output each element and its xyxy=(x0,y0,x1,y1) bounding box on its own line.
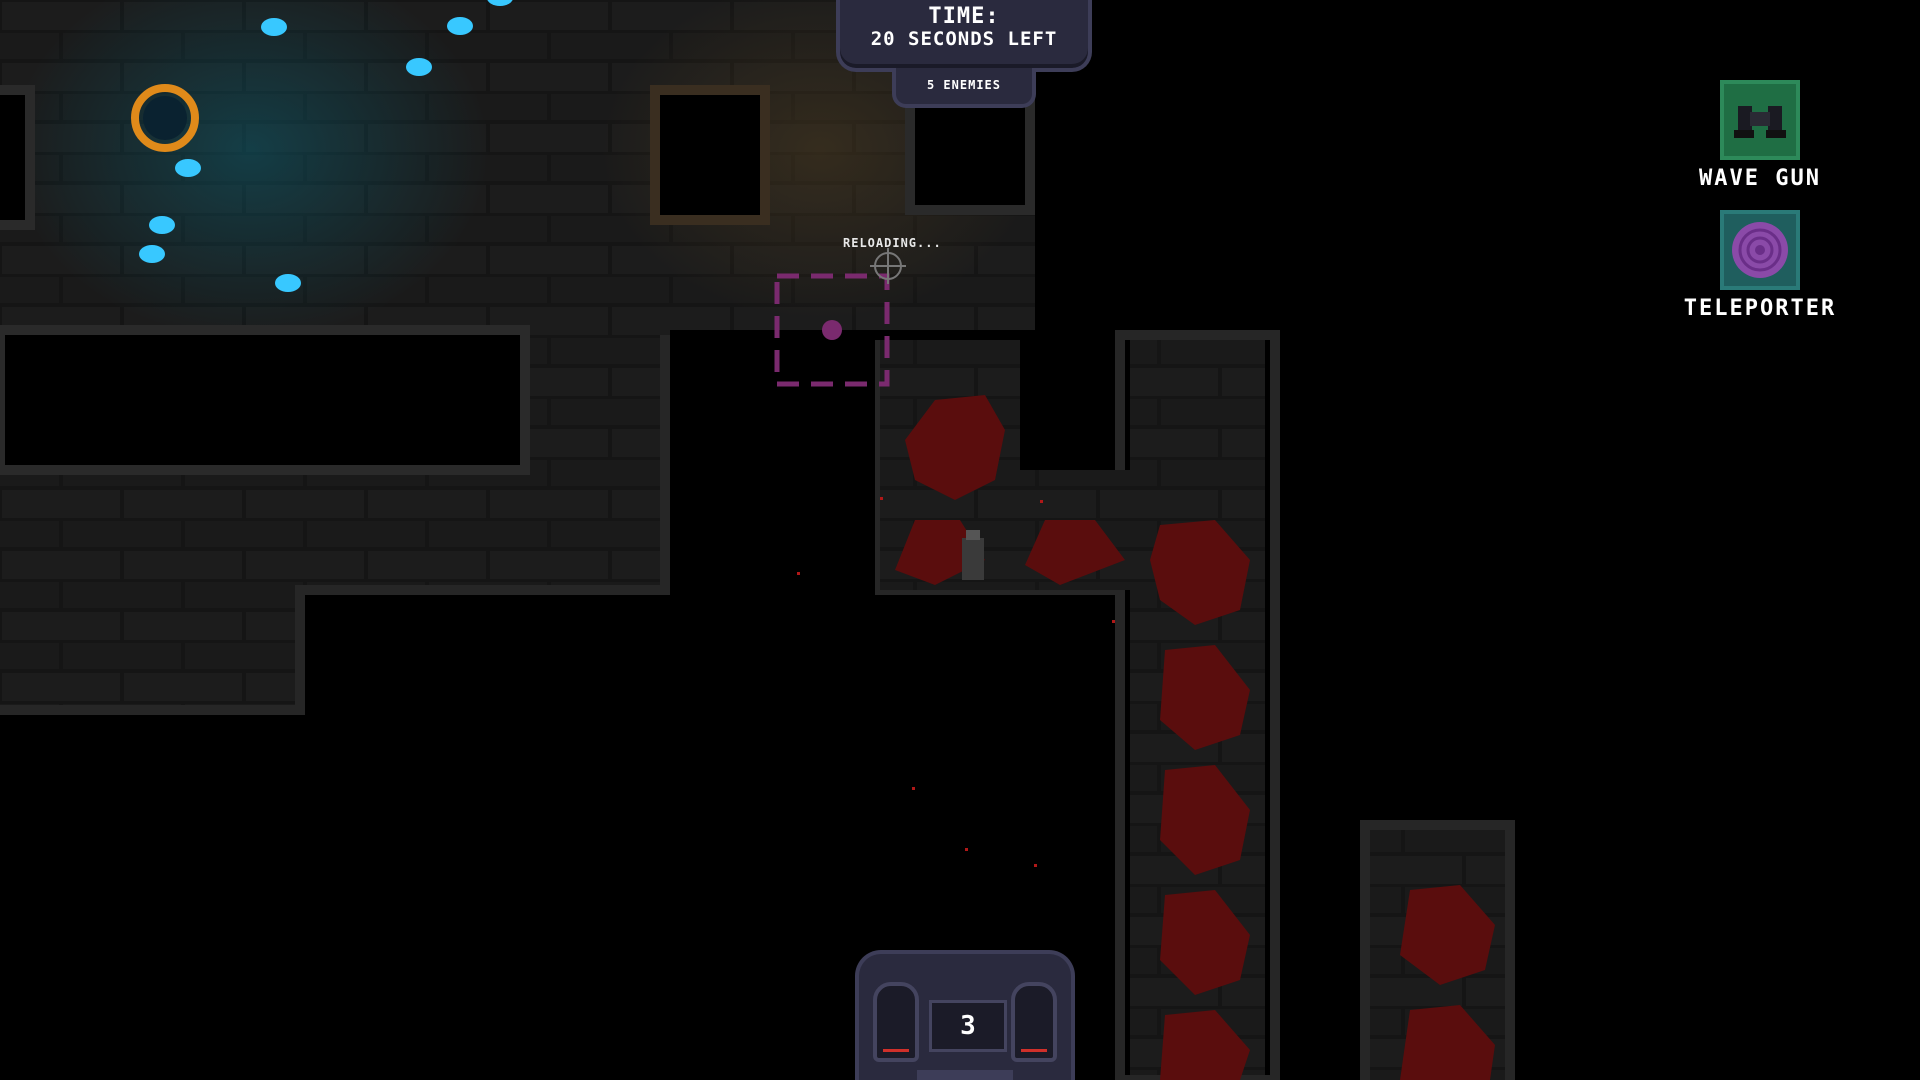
ability-wave-gun[interactable]: WAVE GUN xyxy=(1680,80,1840,191)
game-viewport[interactable]: TIME: 20 SECONDS LEFT 5 ENEMIES RELOADIN… xyxy=(0,0,1920,1080)
ammo-slot xyxy=(1011,982,1057,1062)
ammo-slot xyxy=(873,982,919,1062)
wall-block xyxy=(0,85,35,230)
purple-portal-icon xyxy=(1720,210,1800,290)
timer-text: 20 SECONDS LEFT xyxy=(870,28,1058,50)
timer-title: TIME: xyxy=(928,4,1000,29)
ability-teleporter[interactable]: TELEPORTER xyxy=(1652,210,1868,321)
ability-label: WAVE GUN xyxy=(1699,166,1821,191)
reloading-label: RELOADING... xyxy=(843,236,942,250)
room-floor xyxy=(0,590,300,710)
binoculars-gun-icon xyxy=(1720,80,1800,160)
wall-block xyxy=(0,325,530,475)
portal-ring xyxy=(131,84,199,152)
enemies-counter: 5 ENEMIES xyxy=(892,68,1036,108)
wall-block xyxy=(650,85,770,225)
timer-panel: TIME: 20 SECONDS LEFT xyxy=(836,0,1092,72)
dungeon-map xyxy=(0,0,1515,1080)
ammo-count: 3 xyxy=(929,1000,1007,1052)
ammo-panel: 3 xyxy=(855,950,1075,1080)
ability-label: TELEPORTER xyxy=(1683,296,1837,321)
